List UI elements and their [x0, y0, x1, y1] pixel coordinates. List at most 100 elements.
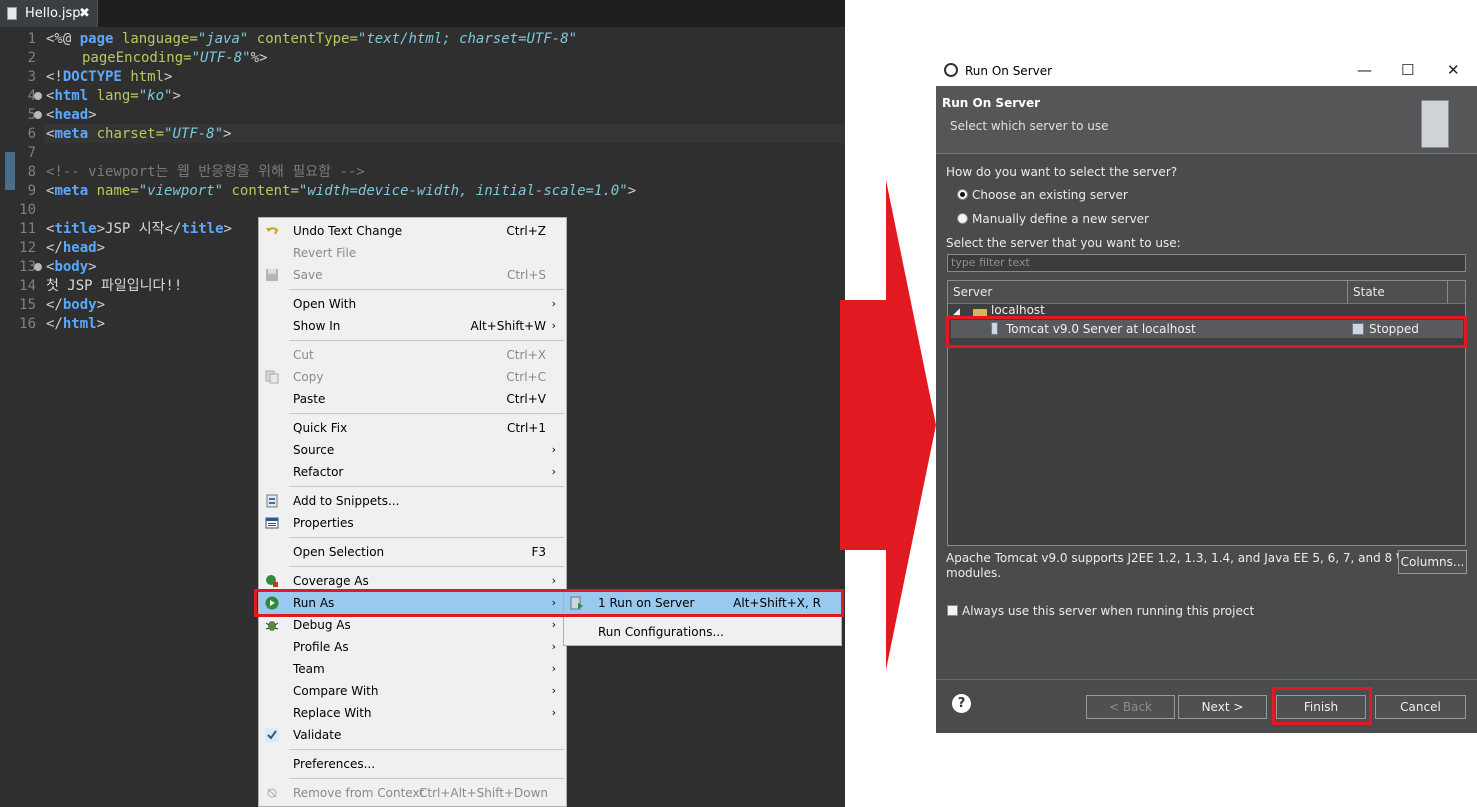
token: pageEncoding=	[82, 50, 192, 66]
menu-shortcut: F3	[531, 545, 546, 559]
menu-item-validate[interactable]: Validate	[259, 724, 566, 746]
token: title	[54, 221, 97, 237]
menu-shortcut: Ctrl+C	[506, 370, 546, 384]
token: >	[96, 316, 106, 332]
close-icon[interactable]: ✖	[79, 0, 90, 27]
cancel-button[interactable]: Cancel	[1375, 695, 1466, 719]
menu-item-refactor[interactable]: Refactor ›	[259, 461, 566, 483]
radio-existing-label[interactable]: Choose an existing server	[972, 188, 1128, 202]
dialog-footer: ? < Back Next > Finish Cancel	[936, 679, 1477, 733]
save-icon	[266, 269, 278, 281]
token: >	[223, 126, 232, 142]
select-server-label: Select the server that you want to use:	[946, 236, 1181, 250]
token: page	[79, 31, 114, 47]
menu-item-open-with[interactable]: Open With ›	[259, 293, 566, 315]
token: "text/html; charset=UTF-8"	[357, 31, 578, 47]
menu-label: Debug As	[293, 618, 351, 632]
menu-label: Open With	[293, 297, 357, 311]
code-line-16: </html>	[46, 315, 105, 334]
menu-item-save[interactable]: Save Ctrl+S	[259, 264, 566, 286]
menu-label: Remove from Context	[293, 786, 425, 800]
menu-separator	[289, 778, 564, 779]
token: body	[62, 297, 97, 313]
always-use-checkbox[interactable]	[947, 605, 958, 616]
radio-manual-label[interactable]: Manually define a new server	[972, 212, 1149, 226]
menu-label: Copy	[293, 370, 324, 384]
menu-item-source[interactable]: Source ›	[259, 439, 566, 461]
menu-shortcut: Ctrl+X	[506, 348, 546, 362]
eclipse-icon	[944, 63, 958, 77]
token: "ko"	[138, 88, 173, 104]
token: content=	[231, 183, 299, 199]
line-number: 12	[19, 240, 36, 256]
menu-item-open-selection[interactable]: Open Selection F3	[259, 541, 566, 563]
maximize-icon[interactable]: ☐	[1401, 61, 1414, 79]
minimize-icon[interactable]: —	[1357, 61, 1372, 79]
editor-tab-bar: Hello.jsp ✖	[0, 0, 845, 27]
menu-label: Paste	[293, 392, 326, 406]
run-on-server-dialog: Run On Server — ☐ ✕ Run On Server Select…	[936, 57, 1477, 733]
token: >	[96, 221, 106, 237]
token: "java"	[197, 31, 249, 47]
tab-hello-jsp[interactable]: Hello.jsp ✖	[0, 0, 98, 27]
code-line-11: <title>JSP 시작</title>	[46, 220, 232, 239]
menu-item-compare-with[interactable]: Compare With ›	[259, 680, 566, 702]
menu-shortcut: Ctrl+S	[506, 268, 546, 282]
token: contentType=	[256, 31, 358, 47]
token: html	[62, 316, 97, 332]
line-number: 11	[19, 221, 36, 237]
column-state[interactable]: State	[1353, 285, 1385, 299]
column-server[interactable]: Server	[953, 285, 992, 299]
filter-input[interactable]: type filter text	[947, 254, 1466, 272]
menu-item-properties[interactable]: Properties	[259, 512, 566, 534]
menu-item-paste[interactable]: Paste Ctrl+V	[259, 388, 566, 410]
highlight-box	[254, 589, 844, 617]
menu-item-replace-with[interactable]: Replace With ›	[259, 702, 566, 724]
menu-separator	[289, 340, 564, 341]
columns-button[interactable]: Columns...	[1398, 550, 1467, 574]
description-line-1: Apache Tomcat v9.0 supports J2EE 1.2, 1.…	[946, 551, 1423, 565]
menu-item-undo[interactable]: Undo Text Change Ctrl+Z	[259, 220, 566, 242]
menu-item-show-in[interactable]: Show In Alt+Shift+W ›	[259, 315, 566, 337]
menu-shortcut: Ctrl+1	[506, 421, 546, 435]
help-icon[interactable]: ?	[952, 694, 971, 713]
menu-item-quick-fix[interactable]: Quick Fix Ctrl+1	[259, 417, 566, 439]
back-button[interactable]: < Back	[1086, 695, 1175, 719]
token: </	[164, 221, 182, 237]
menu-item-remove-from-context[interactable]: Remove from Context Ctrl+Alt+Shift+Down	[259, 782, 566, 804]
snippet-icon	[266, 494, 278, 508]
menu-label: Source	[293, 443, 335, 457]
fold-icon[interactable]	[34, 111, 42, 119]
code-line-5: <head>	[46, 106, 97, 125]
bug-icon	[265, 621, 279, 631]
line-number: 1	[27, 31, 36, 47]
radio-existing[interactable]	[957, 189, 968, 200]
fold-icon[interactable]	[34, 263, 42, 271]
menu-item-revert-file[interactable]: Revert File	[259, 242, 566, 264]
menu-item-cut[interactable]: Cut Ctrl+X	[259, 344, 566, 366]
menu-item-team[interactable]: Team ›	[259, 658, 566, 680]
menu-item-copy[interactable]: Copy Ctrl+C	[259, 366, 566, 388]
menu-label: Replace With	[293, 706, 372, 720]
menu-item-add-to-snippets[interactable]: Add to Snippets...	[259, 490, 566, 512]
line-number: 2	[27, 50, 36, 66]
submenu-arrow-icon: ›	[551, 662, 556, 675]
next-button[interactable]: Next >	[1178, 695, 1267, 719]
line-number: 9	[27, 183, 36, 199]
menu-item-profile-as[interactable]: Profile As ›	[259, 636, 566, 658]
tab-label: Hello.jsp	[25, 6, 81, 21]
menu-item-preferences[interactable]: Preferences...	[259, 753, 566, 775]
always-use-label[interactable]: Always use this server when running this…	[962, 604, 1254, 618]
menu-item-debug-as[interactable]: Debug As ›	[259, 614, 566, 636]
fold-icon[interactable]	[34, 92, 42, 100]
code-line-9: <meta name="viewport" content="width=dev…	[46, 182, 636, 201]
token: >	[164, 69, 173, 85]
menu-shortcut: Ctrl+Alt+Shift+Down	[418, 786, 548, 800]
menu-label: Compare With	[293, 684, 379, 698]
radio-manual[interactable]	[957, 213, 968, 224]
token: title	[181, 221, 224, 237]
menu-item-run-configurations[interactable]: Run Configurations...	[564, 621, 841, 643]
red-arrow-icon	[840, 180, 936, 670]
menu-separator	[289, 749, 564, 750]
close-icon[interactable]: ✕	[1447, 61, 1460, 79]
